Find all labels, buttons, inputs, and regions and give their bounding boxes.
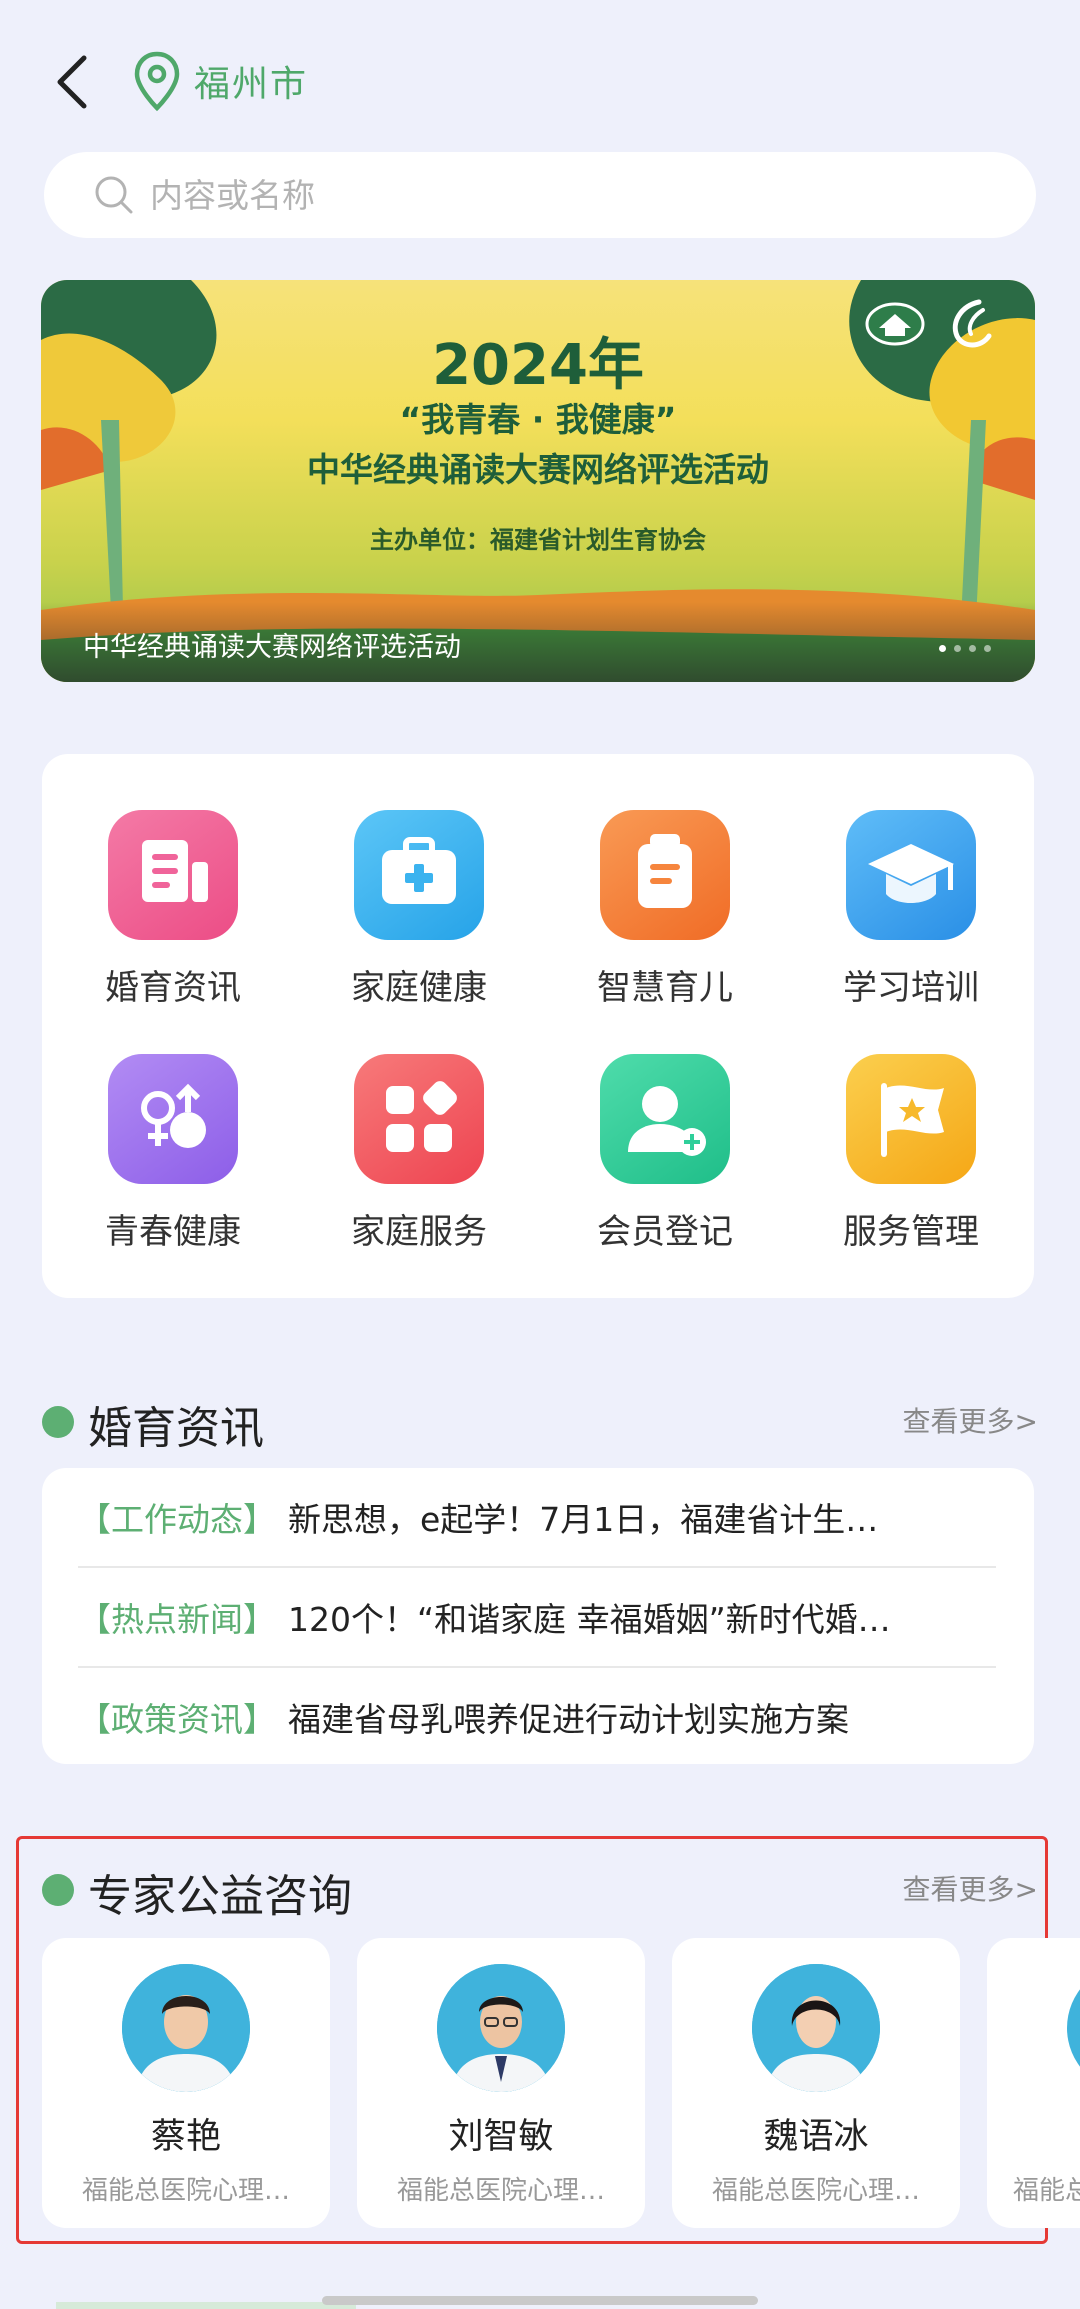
search-bar[interactable] (44, 152, 1036, 238)
expert-section-header: 专家公益咨询 查看更多> (42, 1858, 1038, 1922)
carousel-dot[interactable] (954, 645, 961, 652)
expert-name: 魏语冰 (763, 2117, 869, 2157)
section-dot (42, 1874, 74, 1906)
flag-star-icon (846, 1054, 976, 1184)
grid-label: 青春健康 (105, 1212, 241, 1252)
expert-card[interactable]: 福能总 (987, 1938, 1080, 2228)
carousel-indicator (939, 645, 991, 652)
location-label: 福州市 (194, 64, 309, 105)
grid-item-family-health[interactable]: 家庭健康 (318, 810, 518, 1030)
section-title: 专家公益咨询 (88, 1871, 352, 1922)
expert-card[interactable]: 刘智敏 福能总医院心理… (357, 1938, 645, 2228)
expert-org: 福能总医院心理… (396, 2176, 605, 2206)
medical-kit-icon (354, 810, 484, 940)
expert-card[interactable]: 魏语冰 福能总医院心理… (672, 1938, 960, 2228)
news-item[interactable]: 【工作动态】 新思想，e起学！7月1日，福建省计生… (78, 1468, 998, 1566)
news-more-link[interactable]: 查看更多> (903, 1400, 1038, 1440)
avatar (1067, 1964, 1080, 2092)
news-tag: 【工作动态】 (78, 1500, 276, 1539)
carousel-dot[interactable] (939, 645, 946, 652)
avatar (752, 1964, 880, 2092)
grid-label: 会员登记 (597, 1212, 733, 1252)
banner-slogan: “我青春 · 我健康” (399, 400, 677, 439)
grid-item-youth-health[interactable]: 青春健康 (72, 1054, 272, 1274)
gender-icon (108, 1054, 238, 1184)
expert-org: 福能总医院心理… (81, 2176, 290, 2206)
grid-label: 服务管理 (843, 1212, 979, 1252)
expert-name: 蔡艳 (150, 2117, 221, 2157)
grid-label: 学习培训 (843, 968, 979, 1008)
header: 福州市 (0, 0, 1080, 150)
grid-label: 家庭健康 (351, 968, 487, 1008)
grid-label: 婚育资讯 (105, 968, 241, 1008)
location-selector[interactable]: 福州市 (132, 50, 308, 112)
home-indicator (322, 2296, 758, 2305)
grid-item-marriage-news[interactable]: 婚育资讯 (72, 810, 272, 1030)
function-grid: 婚育资讯 家庭健康 智慧育儿 学习培训 青春健康 家庭服务 会员登记 服务管理 (42, 754, 1034, 1298)
banner-event-title: 中华经典诵读大赛网络评选活动 (307, 450, 769, 489)
section-title: 婚育资讯 (88, 1403, 264, 1454)
grid-label: 家庭服务 (351, 1212, 487, 1252)
expert-card[interactable]: 蔡艳 福能总医院心理… (42, 1938, 330, 2228)
news-title: 新思想，e起学！7月1日，福建省计生… (288, 1500, 879, 1539)
news-title: 福建省母乳喂养促进行动计划实施方案 (288, 1700, 849, 1739)
avatar (437, 1964, 565, 2092)
blocks-icon (354, 1054, 484, 1184)
search-icon (95, 176, 133, 214)
news-item[interactable]: 【热点新闻】 120个！“和谐家庭 幸福婚姻”新时代婚… (78, 1568, 998, 1666)
grid-item-smart-parenting[interactable]: 智慧育儿 (564, 810, 764, 1030)
section-dot (42, 1406, 74, 1438)
expert-org: 福能总 (1013, 2176, 1080, 2206)
news-list: 【工作动态】 新思想，e起学！7月1日，福建省计生… 【热点新闻】 120个！“… (42, 1468, 1034, 1764)
news-tag: 【热点新闻】 (78, 1600, 276, 1639)
carousel-dot[interactable] (969, 645, 976, 652)
document-icon (108, 810, 238, 940)
add-user-icon (600, 1054, 730, 1184)
news-item[interactable]: 【政策资讯】 福建省母乳喂养促进行动计划实施方案 (78, 1668, 998, 1766)
search-input[interactable] (150, 175, 970, 215)
banner-host: 主办单位：福建省计划生育协会 (370, 526, 706, 554)
banner-year: 2024年 (432, 333, 644, 398)
grid-item-family-service[interactable]: 家庭服务 (318, 1054, 518, 1274)
clipboard-icon (600, 810, 730, 940)
news-section-header: 婚育资讯 查看更多> (42, 1390, 1038, 1454)
grid-item-service-management[interactable]: 服务管理 (810, 1054, 1010, 1274)
back-arrow-icon[interactable] (50, 52, 94, 112)
banner-carousel[interactable]: 2024年 “我青春 · 我健康” 中华经典诵读大赛网络评选活动 主办单位：福建… (41, 280, 1035, 682)
expert-more-link[interactable]: 查看更多> (903, 1868, 1038, 1908)
next-section-edge (56, 2302, 356, 2309)
graduation-cap-icon (846, 810, 976, 940)
grid-item-member-registration[interactable]: 会员登记 (564, 1054, 764, 1274)
grid-item-training[interactable]: 学习培训 (810, 810, 1010, 1030)
expert-org: 福能总医院心理… (711, 2176, 920, 2206)
news-title: 120个！“和谐家庭 幸福婚姻”新时代婚… (288, 1600, 891, 1639)
expert-name: 刘智敏 (448, 2117, 554, 2157)
avatar (122, 1964, 250, 2092)
location-pin-icon (134, 51, 180, 112)
news-tag: 【政策资讯】 (78, 1700, 276, 1739)
grid-label: 智慧育儿 (597, 968, 733, 1008)
carousel-dot[interactable] (984, 645, 991, 652)
banner-caption: 中华经典诵读大赛网络评选活动 (83, 632, 461, 663)
